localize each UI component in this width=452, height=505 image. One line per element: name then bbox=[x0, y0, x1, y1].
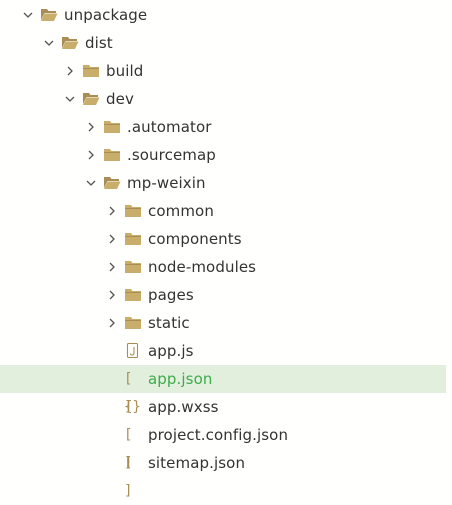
tree-item-label: app.wxss bbox=[148, 398, 219, 416]
tree-item-label: sitemap.json bbox=[148, 454, 246, 472]
tree-item-label: project.config.json bbox=[148, 426, 289, 444]
folder-node-dev[interactable]: dev bbox=[0, 85, 446, 113]
folder-open-icon bbox=[82, 91, 100, 107]
tree-item-label: pages bbox=[148, 286, 194, 304]
folder-node-components[interactable]: components bbox=[0, 225, 446, 253]
file-node-app-js[interactable]: app.js bbox=[0, 337, 446, 365]
json-file-icon: [ ] bbox=[124, 427, 134, 471]
folder-icon bbox=[82, 63, 100, 79]
folder-node-common[interactable]: common bbox=[0, 197, 446, 225]
chevron-right-icon[interactable] bbox=[106, 233, 118, 245]
chevron-right-icon[interactable] bbox=[106, 317, 118, 329]
chevron-down-icon[interactable] bbox=[64, 93, 76, 105]
folder-icon bbox=[103, 147, 121, 163]
tree-item-label: components bbox=[148, 230, 242, 248]
folder-open-icon bbox=[61, 35, 79, 51]
chevron-right-icon[interactable] bbox=[106, 205, 118, 217]
tree-item-label: .sourcemap bbox=[127, 146, 216, 164]
folder-icon bbox=[124, 287, 142, 303]
chevron-right-icon[interactable] bbox=[64, 65, 76, 77]
chevron-right-icon[interactable] bbox=[85, 121, 97, 133]
folder-node-pages[interactable]: pages bbox=[0, 281, 446, 309]
css-file-icon: {} bbox=[124, 399, 141, 415]
json-file-icon: [ ] bbox=[124, 455, 134, 499]
js-file-icon bbox=[124, 343, 142, 359]
json-file-icon: [ ] bbox=[124, 371, 134, 415]
file-node-app-wxss[interactable]: {} app.wxss bbox=[0, 393, 446, 421]
chevron-down-icon[interactable] bbox=[85, 177, 97, 189]
tree-item-label: common bbox=[148, 202, 214, 220]
folder-node-build[interactable]: build bbox=[0, 57, 446, 85]
folder-node-unpackage[interactable]: unpackage bbox=[0, 1, 446, 29]
folder-icon bbox=[124, 259, 142, 275]
tree-item-label: mp-weixin bbox=[127, 174, 206, 192]
folder-node-static[interactable]: static bbox=[0, 309, 446, 337]
folder-node-mp-weixin[interactable]: mp-weixin bbox=[0, 169, 446, 197]
folder-icon bbox=[124, 203, 142, 219]
folder-icon bbox=[124, 315, 142, 331]
folder-icon bbox=[103, 119, 121, 135]
chevron-right-icon[interactable] bbox=[106, 289, 118, 301]
file-node-project-config-json[interactable]: [ ] project.config.json bbox=[0, 421, 446, 471]
tree-item-label: node-modules bbox=[148, 258, 257, 276]
tree-item-label: .automator bbox=[127, 118, 212, 136]
folder-node-automator[interactable]: .automator bbox=[0, 113, 446, 141]
chevron-right-icon[interactable] bbox=[106, 261, 118, 273]
tree-item-label: dev bbox=[106, 90, 134, 108]
file-node-app-json[interactable]: [ ] app.json bbox=[0, 365, 446, 415]
folder-icon bbox=[124, 231, 142, 247]
folder-open-icon bbox=[103, 175, 121, 191]
folder-node-node-modules[interactable]: node-modules bbox=[0, 253, 446, 281]
file-node-sitemap-json[interactable]: [ ] sitemap.json bbox=[0, 449, 446, 499]
chevron-down-icon[interactable] bbox=[43, 37, 55, 49]
folder-node-dist[interactable]: dist bbox=[0, 29, 446, 57]
folder-open-icon bbox=[40, 7, 58, 23]
tree-item-label: build bbox=[106, 62, 144, 80]
file-explorer-tree: unpackage dist build dev .automator .sourcema… bbox=[0, 0, 452, 499]
tree-item-label: static bbox=[148, 314, 190, 332]
tree-item-label: dist bbox=[85, 34, 113, 52]
chevron-right-icon[interactable] bbox=[85, 149, 97, 161]
tree-item-label: app.js bbox=[148, 342, 194, 360]
tree-item-label: unpackage bbox=[64, 6, 148, 24]
folder-node-sourcemap[interactable]: .sourcemap bbox=[0, 141, 446, 169]
tree-item-label: app.json bbox=[148, 370, 213, 388]
chevron-down-icon[interactable] bbox=[22, 9, 34, 21]
